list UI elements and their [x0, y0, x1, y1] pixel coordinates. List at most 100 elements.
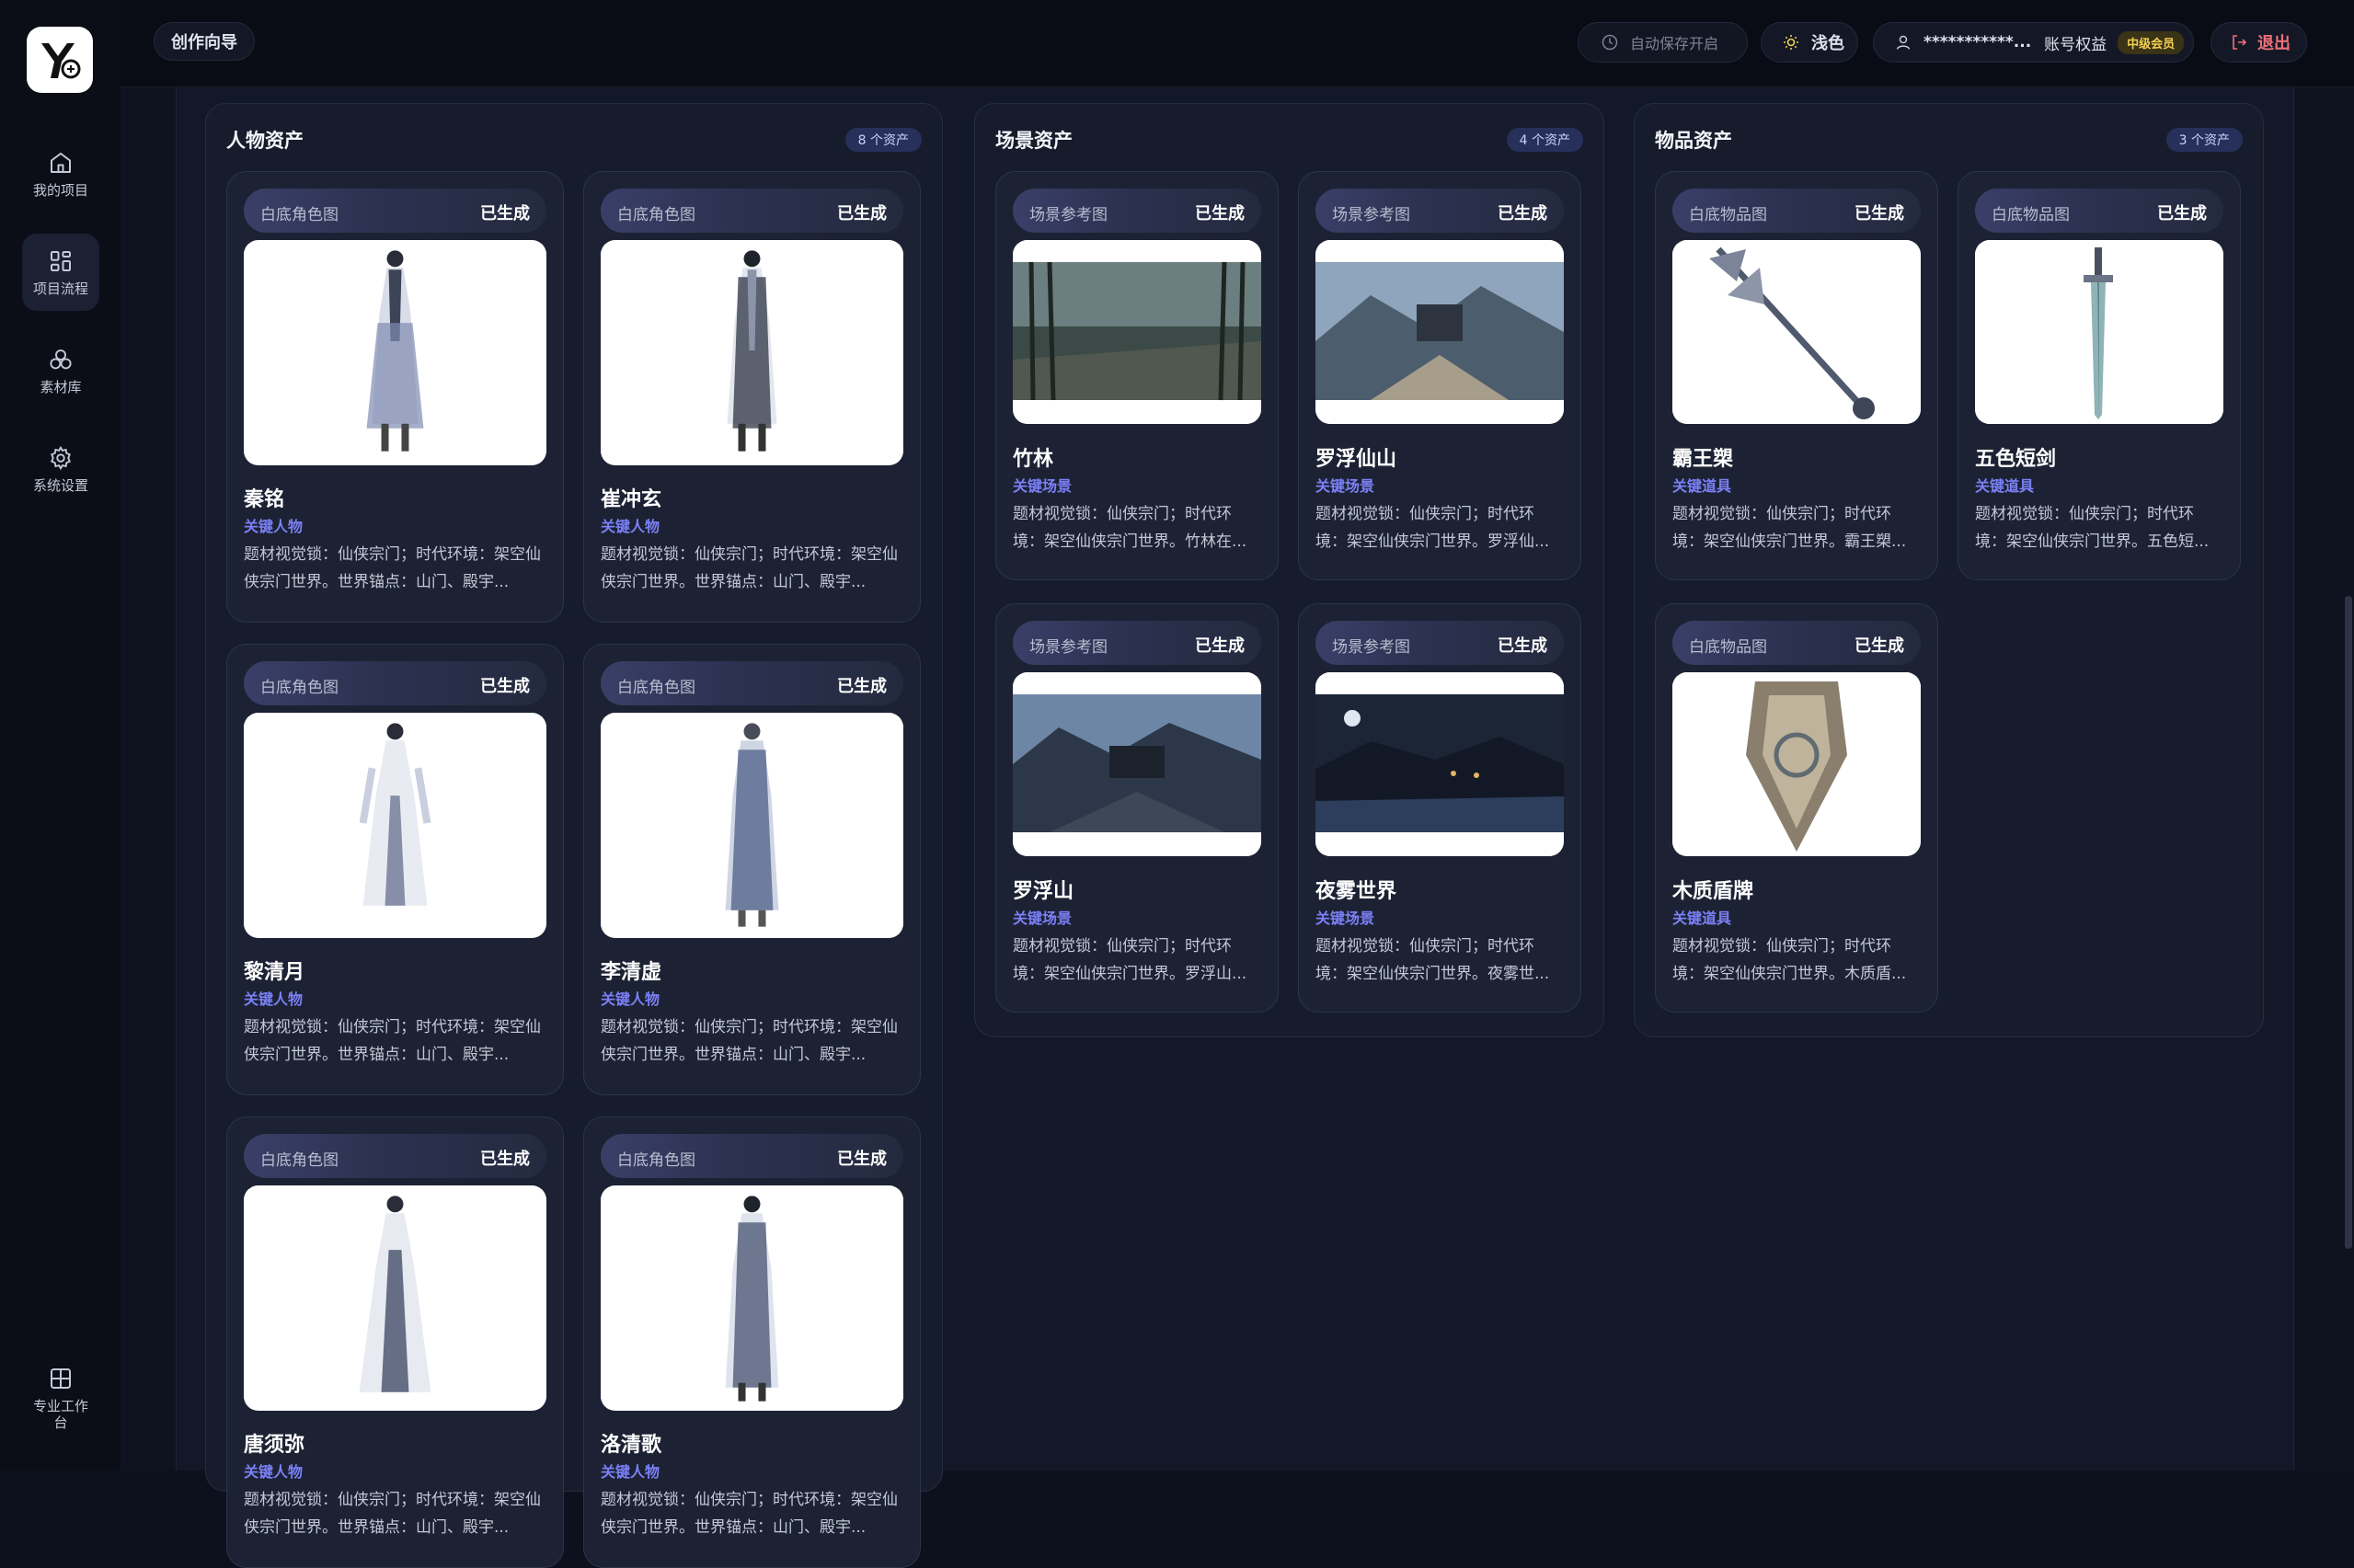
card-tag-bar: 场景参考图 已生成: [1315, 621, 1564, 665]
asset-type-label: 白底角色图: [617, 679, 695, 697]
asset-type-label: 白底角色图: [260, 679, 339, 697]
asset-name: 五色短剑: [1975, 448, 2057, 471]
status-label: 已生成: [837, 204, 887, 223]
asset-name: 夜雾世界: [1315, 880, 1397, 903]
asset-category: 关键人物: [244, 990, 304, 1008]
character-image[interactable]: [601, 240, 903, 465]
asset-card[interactable]: 白底角色图 已生成 秦铭 关键人物 题材视觉锁：仙侠宗门；时代环境：架空仙侠宗门…: [226, 171, 564, 623]
asset-name: 霸王槊: [1672, 448, 1734, 471]
creation-wizard-label: 创作向导: [171, 33, 237, 52]
gear-icon: [51, 445, 71, 471]
scene-image[interactable]: [1013, 672, 1261, 856]
prop-image[interactable]: [1672, 240, 1921, 424]
asset-type-label: 白底物品图: [1689, 206, 1767, 224]
character-image[interactable]: [244, 713, 546, 938]
sidebar-item-label: 专业工作台: [32, 1398, 88, 1431]
sidebar-item-label: 项目流程: [32, 280, 88, 297]
sidebar-item-my-projects[interactable]: 我的项目: [22, 135, 99, 212]
autosave-indicator[interactable]: 自动保存开启: [1578, 22, 1748, 63]
asset-name: 罗浮仙山: [1315, 448, 1397, 471]
prop-image[interactable]: [1975, 240, 2223, 424]
asset-type-label: 白底角色图: [260, 1151, 339, 1170]
scene-image[interactable]: [1315, 240, 1564, 424]
asset-type-label: 场景参考图: [1029, 206, 1108, 224]
asset-card[interactable]: 白底角色图 已生成 洛清歌 关键人物 题材视觉锁：仙侠宗门；时代环境：架空仙侠宗…: [583, 1116, 921, 1568]
asset-type-label: 白底物品图: [1992, 206, 2070, 224]
props-section: 物品资产 3 个资产 白底物品图 已生成 霸王槊 关键道具 题材视觉锁：仙侠宗门…: [1634, 103, 2264, 1037]
asset-card[interactable]: 白底物品图 已生成 霸王槊 关键道具 题材视觉锁：仙侠宗门；时代环境：架空仙侠宗…: [1655, 171, 1938, 580]
creation-wizard-button[interactable]: 创作向导: [154, 22, 255, 61]
status-label: 已生成: [837, 677, 887, 696]
card-tag-bar: 场景参考图 已生成: [1013, 189, 1261, 233]
asset-card[interactable]: 白底角色图 已生成 唐须弥 关键人物 题材视觉锁：仙侠宗门；时代环境：架空仙侠宗…: [226, 1116, 564, 1568]
card-tag-bar: 白底角色图 已生成: [244, 1134, 546, 1178]
theme-toggle-button[interactable]: 浅色: [1761, 22, 1858, 63]
asset-description: 题材视觉锁：仙侠宗门；时代环境：架空仙侠宗门世界。夜雾世...: [1315, 937, 1550, 983]
status-label: 已生成: [480, 204, 530, 223]
character-image[interactable]: [244, 1185, 546, 1411]
asset-description: 题材视觉锁：仙侠宗门；时代环境：架空仙侠宗门世界。世界锚点：山门、殿宇...: [601, 545, 898, 591]
username-text: ***********...: [1923, 33, 2032, 52]
asset-card[interactable]: 白底角色图 已生成 崔冲玄 关键人物 题材视觉锁：仙侠宗门；时代环境：架空仙侠宗…: [583, 171, 921, 623]
character-image[interactable]: [601, 713, 903, 938]
asset-card[interactable]: 场景参考图 已生成 罗浮山 关键场景 题材视觉锁：仙侠宗门；时代环境：架空仙侠宗…: [995, 603, 1279, 1013]
asset-name: 罗浮山: [1013, 880, 1074, 903]
card-tag-bar: 白底角色图 已生成: [601, 661, 903, 705]
logout-button[interactable]: 退出: [2210, 22, 2307, 63]
sidebar: 我的项目 项目流程 素材库 系统设置 专业工作台: [0, 0, 121, 1471]
asset-type-label: 白底角色图: [260, 206, 339, 224]
asset-category: 关键人物: [601, 518, 660, 535]
asset-description: 题材视觉锁：仙侠宗门；时代环境：架空仙侠宗门世界。世界锚点：山门、殿宇...: [244, 1491, 541, 1537]
account-benefits-link[interactable]: 账号权益: [2044, 31, 2107, 54]
status-label: 已生成: [1195, 636, 1245, 656]
account-menu[interactable]: ***********... 账号权益 中级会员: [1873, 22, 2194, 63]
asset-type-label: 场景参考图: [1332, 206, 1410, 224]
clock-icon: [1602, 34, 1618, 51]
asset-card[interactable]: 白底物品图 已生成 五色短剑 关键道具 题材视觉锁：仙侠宗门；时代环境：架空仙侠…: [1958, 171, 2241, 580]
asset-name: 唐须弥: [244, 1434, 305, 1457]
logout-label: 退出: [2257, 34, 2291, 53]
card-tag-bar: 场景参考图 已生成: [1315, 189, 1564, 233]
theme-label: 浅色: [1811, 34, 1844, 53]
asset-card[interactable]: 白底角色图 已生成 李清虚 关键人物 题材视觉锁：仙侠宗门；时代环境：架空仙侠宗…: [583, 644, 921, 1095]
asset-count-badge: 4 个资产: [1506, 128, 1583, 152]
app-logo-icon[interactable]: [27, 27, 93, 93]
asset-category: 关键人物: [601, 1463, 660, 1481]
status-label: 已生成: [2157, 204, 2207, 223]
asset-card[interactable]: 白底角色图 已生成 黎清月 关键人物 题材视觉锁：仙侠宗门；时代环境：架空仙侠宗…: [226, 644, 564, 1095]
asset-description: 题材视觉锁：仙侠宗门；时代环境：架空仙侠宗门世界。世界锚点：山门、殿宇...: [244, 545, 541, 591]
status-label: 已生成: [1195, 204, 1245, 223]
asset-card[interactable]: 场景参考图 已生成 罗浮仙山 关键场景 题材视觉锁：仙侠宗门；时代环境：架空仙侠…: [1298, 171, 1581, 580]
sidebar-item-label: 素材库: [40, 379, 82, 395]
top-header: 创作向导 自动保存开启 浅色 ***********... 账号权益 中级会员 …: [121, 0, 2354, 87]
card-tag-bar: 场景参考图 已生成: [1013, 621, 1261, 665]
character-image[interactable]: [244, 240, 546, 465]
asset-name: 木质盾牌: [1672, 880, 1754, 903]
prop-image[interactable]: [1672, 672, 1921, 856]
asset-card[interactable]: 白底物品图 已生成 木质盾牌 关键道具 题材视觉锁：仙侠宗门；时代环境：架空仙侠…: [1655, 603, 1938, 1013]
asset-description: 题材视觉锁：仙侠宗门；时代环境：架空仙侠宗门世界。罗浮山...: [1013, 937, 1247, 983]
logout-icon: [2233, 35, 2247, 50]
vertical-scrollbar[interactable]: [2345, 596, 2352, 1249]
scene-image[interactable]: [1315, 672, 1564, 856]
asset-type-label: 白底角色图: [617, 206, 695, 224]
status-label: 已生成: [1498, 636, 1547, 656]
character-image[interactable]: [601, 1185, 903, 1411]
asset-card[interactable]: 场景参考图 已生成 竹林 关键场景 题材视觉锁：仙侠宗门；时代环境：架空仙侠宗门…: [995, 171, 1279, 580]
section-title: 场景资产: [995, 130, 1073, 152]
workbench-icon: [51, 1368, 71, 1389]
sidebar-item-assets[interactable]: 素材库: [22, 332, 99, 409]
sidebar-item-project-flow[interactable]: 项目流程: [22, 234, 99, 311]
scene-image[interactable]: [1013, 240, 1261, 424]
sun-icon: [1784, 35, 1798, 50]
section-title: 物品资产: [1655, 130, 1732, 152]
asset-category: 关键人物: [244, 518, 304, 535]
asset-count-badge: 3 个资产: [2165, 128, 2243, 152]
asset-card[interactable]: 场景参考图 已生成 夜雾世界 关键场景 题材视觉锁：仙侠宗门；时代环境：架空仙侠…: [1298, 603, 1581, 1013]
sidebar-item-workbench[interactable]: 专业工作台: [22, 1352, 99, 1444]
asset-category: 关键场景: [1315, 910, 1375, 927]
asset-category: 关键场景: [1013, 910, 1073, 927]
home-icon: [51, 153, 71, 173]
asset-category: 关键场景: [1315, 477, 1375, 495]
sidebar-item-settings[interactable]: 系统设置: [22, 430, 99, 508]
